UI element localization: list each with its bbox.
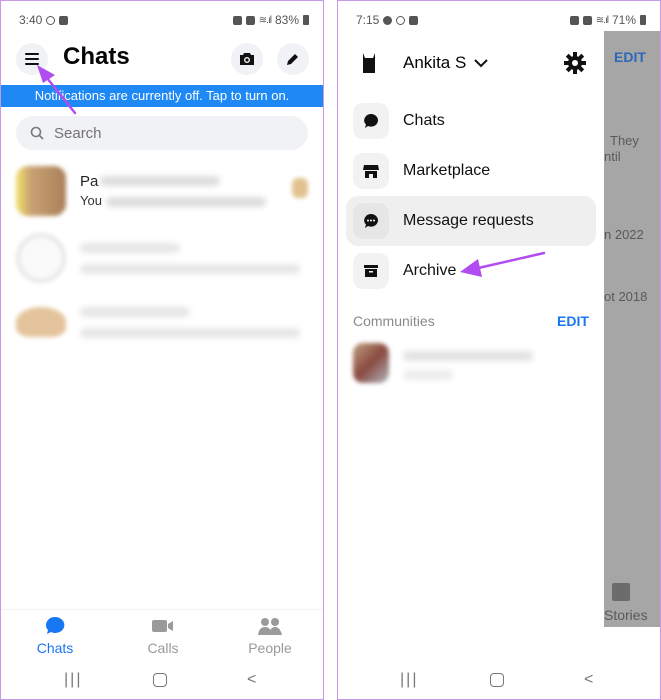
read-receipt-avatar bbox=[292, 178, 308, 198]
nav-tab-chats[interactable]: Chats bbox=[15, 616, 95, 656]
search-placeholder: Search bbox=[54, 124, 102, 142]
alarm-icon bbox=[582, 15, 592, 25]
system-navigation-bar: ||| < bbox=[1, 665, 323, 695]
alarm-icon bbox=[245, 15, 255, 25]
nav-label: Chats bbox=[36, 640, 74, 656]
storefront-icon bbox=[363, 165, 379, 178]
stories-icon bbox=[612, 583, 630, 601]
blurred-community-name bbox=[403, 351, 533, 361]
background-stories-label: Stories bbox=[604, 607, 648, 623]
menu-label: Chats bbox=[403, 112, 445, 129]
battery-level: 83% bbox=[274, 13, 299, 27]
nav-tab-people[interactable]: People bbox=[230, 616, 310, 656]
message-notification-icon bbox=[383, 15, 393, 25]
avatar-batman-icon bbox=[363, 53, 375, 73]
phone-screen-chats: 3:40 ≋.ıl 83% Chats Notifications are cu… bbox=[0, 0, 324, 700]
community-item[interactable] bbox=[353, 343, 593, 393]
battery-icon bbox=[640, 15, 646, 25]
status-bar: 3:40 ≋.ıl 83% bbox=[1, 11, 323, 29]
status-time: 3:40 bbox=[19, 13, 43, 27]
lock-icon bbox=[569, 15, 579, 25]
menu-label: Message requests bbox=[403, 212, 534, 229]
settings-gear-icon[interactable] bbox=[563, 51, 587, 75]
phone-screen-drawer: 7:15 ≋.ıl 71% EDIT They ntil n 2022 ot 2… bbox=[337, 0, 661, 700]
nav-label: People bbox=[248, 640, 292, 656]
background-text: They bbox=[610, 133, 639, 148]
back-button[interactable]: < bbox=[584, 671, 593, 689]
instagram-icon bbox=[46, 15, 56, 25]
nav-tab-calls[interactable]: Calls bbox=[123, 616, 203, 656]
background-text: n 2022 bbox=[604, 227, 644, 242]
blurred-name bbox=[80, 243, 180, 253]
status-time: 7:15 bbox=[356, 13, 380, 27]
wifi-signal-icon: ≋.ıl bbox=[595, 14, 609, 26]
bottom-navigation: Chats Calls People bbox=[1, 609, 323, 661]
home-button[interactable] bbox=[153, 673, 167, 687]
menu-label: Marketplace bbox=[403, 162, 491, 179]
chat-name: Pa bbox=[80, 173, 99, 190]
battery-icon bbox=[303, 15, 309, 25]
avatar bbox=[16, 166, 66, 216]
drawer-item-marketplace[interactable]: Marketplace bbox=[346, 146, 596, 196]
home-button[interactable] bbox=[490, 673, 504, 687]
drawer-item-chats[interactable]: Chats bbox=[346, 96, 596, 146]
gallery-icon bbox=[59, 15, 69, 25]
system-navigation-bar: ||| < bbox=[338, 665, 660, 695]
background-text: ot 2018 bbox=[604, 289, 648, 304]
battery-level: 71% bbox=[611, 13, 636, 27]
hamburger-icon bbox=[25, 53, 39, 65]
chat-bubble-icon bbox=[364, 114, 378, 128]
search-input[interactable]: Search bbox=[16, 116, 308, 150]
archive-box-icon bbox=[364, 265, 378, 277]
dimmed-background-overlay[interactable]: EDIT They ntil n 2022 ot 2018 Stories bbox=[604, 31, 660, 627]
chat-bubble-icon bbox=[46, 616, 65, 634]
blurred-name bbox=[100, 176, 220, 186]
message-requests-icon bbox=[364, 214, 378, 228]
nav-label: Calls bbox=[147, 640, 179, 656]
background-edit-link: EDIT bbox=[614, 49, 646, 65]
avatar bbox=[16, 307, 66, 337]
chat-preview: You bbox=[80, 193, 102, 208]
notifications-off-banner[interactable]: Notifications are currently off. Tap to … bbox=[1, 85, 323, 107]
menu-label: Archive bbox=[403, 262, 457, 279]
people-icon bbox=[258, 618, 282, 635]
lock-icon bbox=[232, 15, 242, 25]
page-title: Chats bbox=[63, 43, 130, 70]
back-button[interactable]: < bbox=[247, 671, 256, 689]
account-switcher[interactable]: Ankita S bbox=[403, 53, 489, 73]
pencil-icon bbox=[287, 54, 298, 65]
blurred-preview bbox=[80, 328, 300, 338]
blurred-community-info bbox=[403, 370, 453, 380]
recent-apps-button[interactable]: ||| bbox=[64, 671, 82, 689]
camera-button[interactable] bbox=[231, 43, 263, 75]
blurred-name bbox=[80, 307, 190, 317]
blurred-preview bbox=[106, 197, 266, 207]
status-bar: 7:15 ≋.ıl 71% bbox=[338, 11, 660, 29]
drawer-item-message-requests[interactable]: Message requests bbox=[346, 196, 596, 246]
communities-section-label: Communities bbox=[353, 313, 435, 329]
background-text: ntil bbox=[604, 149, 621, 164]
chat-list-item[interactable] bbox=[16, 297, 316, 347]
wifi-signal-icon: ≋.ıl bbox=[258, 14, 272, 26]
blurred-preview bbox=[80, 264, 300, 274]
chevron-down-icon bbox=[474, 59, 489, 68]
user-name: Ankita S bbox=[403, 53, 467, 72]
instagram-icon bbox=[396, 15, 406, 25]
camera-icon bbox=[240, 53, 254, 65]
chat-list-item[interactable]: Pa You bbox=[16, 166, 316, 216]
avatar bbox=[353, 343, 389, 383]
search-icon bbox=[30, 126, 44, 140]
compose-button[interactable] bbox=[277, 43, 309, 75]
drawer-item-archive[interactable]: Archive bbox=[346, 246, 596, 296]
communities-edit-link[interactable]: EDIT bbox=[557, 313, 589, 329]
avatar bbox=[16, 233, 66, 283]
video-camera-icon bbox=[152, 620, 173, 632]
menu-button[interactable] bbox=[16, 43, 48, 75]
gallery-icon bbox=[409, 15, 419, 25]
recent-apps-button[interactable]: ||| bbox=[400, 671, 418, 689]
chat-list-item[interactable] bbox=[16, 233, 316, 283]
